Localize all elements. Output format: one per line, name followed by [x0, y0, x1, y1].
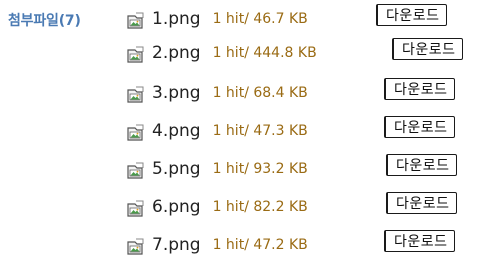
download-button[interactable]: 다운로드: [384, 116, 455, 138]
file-name-link[interactable]: 2.png: [152, 43, 201, 63]
file-meta: 1 hit/ 444.8 KB: [212, 45, 317, 61]
file-row: 7.png 1 hit/ 47.2 KB: [125, 232, 308, 258]
image-file-icon: [125, 45, 145, 65]
file-row: 3.png 1 hit/ 68.4 KB: [125, 80, 308, 106]
file-name-link[interactable]: 6.png: [152, 197, 201, 217]
file-row: 5.png 1 hit/ 93.2 KB: [125, 156, 308, 182]
file-row: 2.png 1 hit/ 444.8 KB: [125, 40, 317, 66]
download-button[interactable]: 다운로드: [384, 230, 455, 252]
download-button[interactable]: 다운로드: [386, 192, 457, 214]
attachments-label: 첨부파일(7): [8, 13, 81, 29]
file-row: 4.png 1 hit/ 47.3 KB: [125, 118, 308, 144]
image-file-icon: [125, 199, 145, 219]
file-name-link[interactable]: 1.png: [152, 9, 201, 29]
file-meta: 1 hit/ 68.4 KB: [212, 85, 308, 101]
image-file-icon: [125, 11, 145, 31]
download-button[interactable]: 다운로드: [392, 38, 463, 60]
file-name-link[interactable]: 4.png: [152, 121, 201, 141]
file-name-link[interactable]: 5.png: [152, 159, 201, 179]
file-row: 6.png 1 hit/ 82.2 KB: [125, 194, 308, 220]
file-meta: 1 hit/ 46.7 KB: [212, 11, 308, 27]
image-file-icon: [125, 123, 145, 143]
download-button[interactable]: 다운로드: [384, 78, 455, 100]
file-name-link[interactable]: 7.png: [152, 235, 201, 255]
download-button[interactable]: 다운로드: [386, 154, 457, 176]
file-meta: 1 hit/ 93.2 KB: [212, 161, 308, 177]
file-name-link[interactable]: 3.png: [152, 83, 201, 103]
image-file-icon: [125, 237, 145, 257]
file-meta: 1 hit/ 47.2 KB: [212, 237, 308, 253]
download-button[interactable]: 다운로드: [376, 4, 447, 26]
image-file-icon: [125, 85, 145, 105]
file-meta: 1 hit/ 47.3 KB: [212, 123, 308, 139]
file-row: 1.png 1 hit/ 46.7 KB: [125, 6, 308, 32]
image-file-icon: [125, 161, 145, 181]
file-meta: 1 hit/ 82.2 KB: [212, 199, 308, 215]
